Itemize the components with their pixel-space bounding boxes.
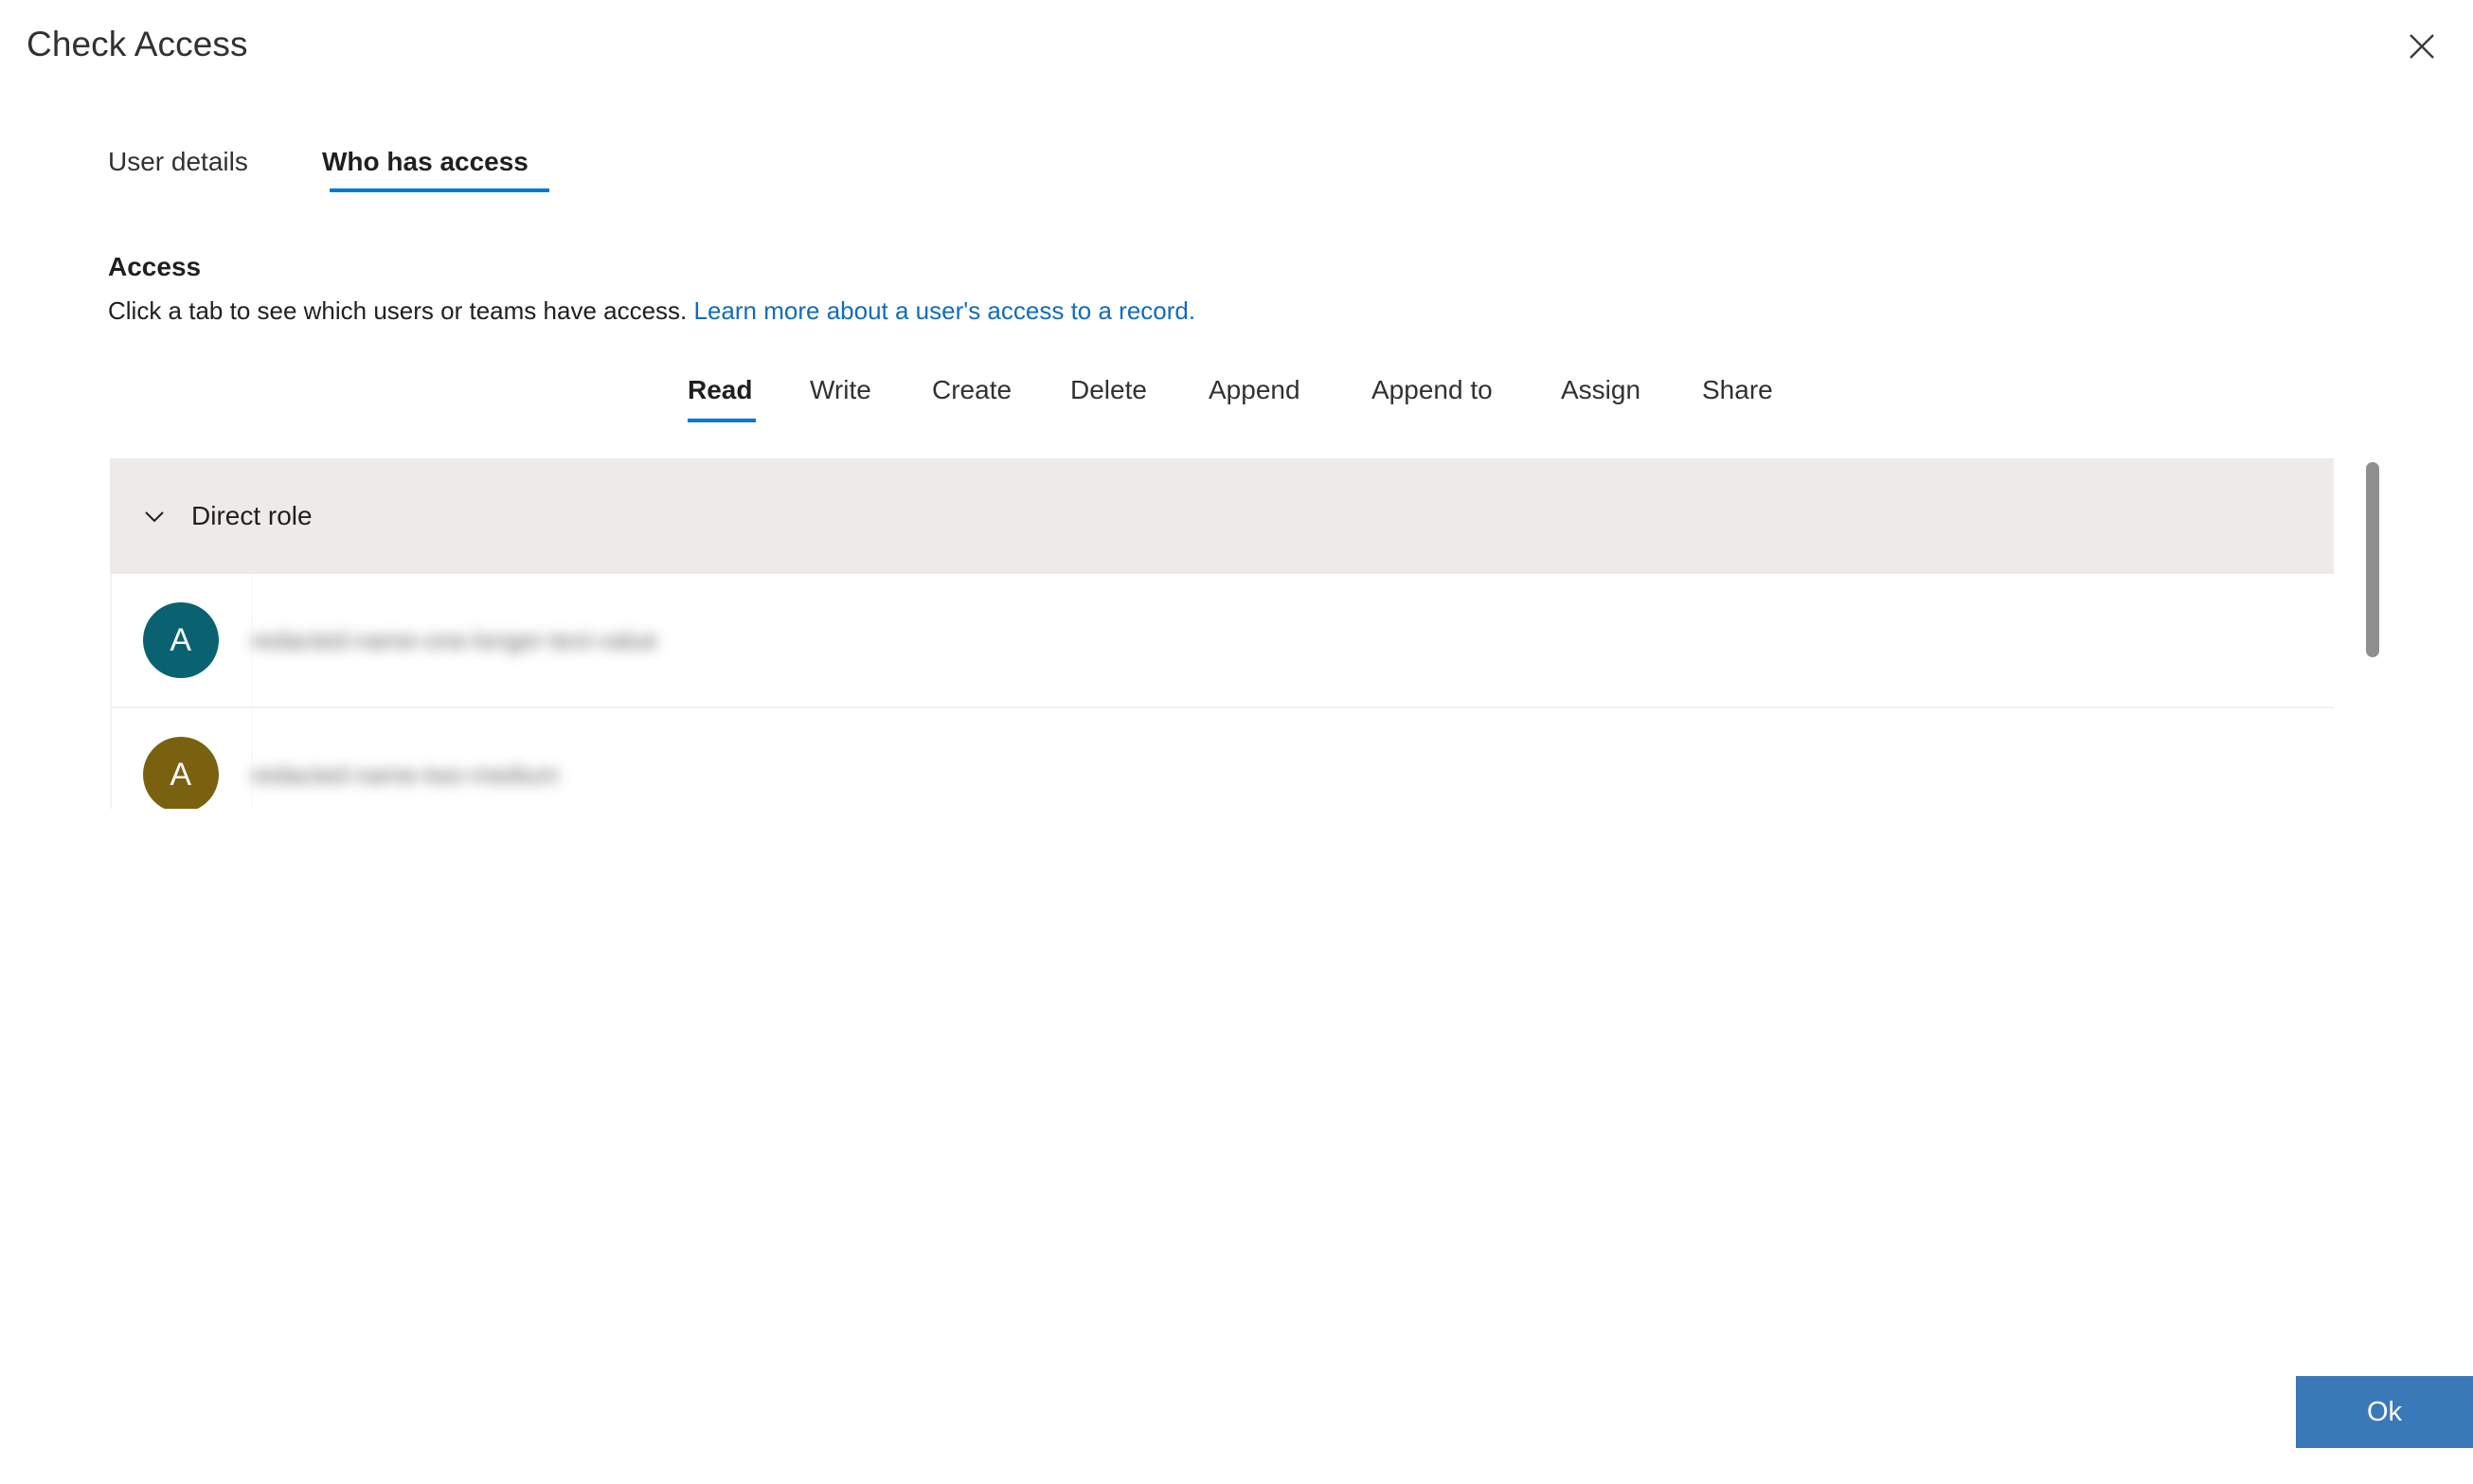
tab-append[interactable]: Append	[1209, 369, 1300, 411]
permission-selected-indicator	[688, 419, 756, 422]
row-name-cell: redacted-name-one-longer-text-value	[251, 574, 2334, 706]
group-header-direct-role[interactable]: Direct role	[110, 458, 2334, 574]
row-left-rule	[110, 574, 112, 706]
tab-append-to[interactable]: Append to	[1371, 369, 1493, 411]
tab-delete[interactable]: Delete	[1070, 369, 1147, 411]
permission-tablist: Read Write Create Delete Append Append t…	[0, 369, 2473, 438]
avatar: A	[143, 737, 219, 809]
access-list: Direct role A redacted-name-one-longer-t…	[110, 458, 2387, 809]
tab-read[interactable]: Read	[688, 369, 752, 411]
list-scrollbar[interactable]	[2358, 458, 2387, 809]
row-name: redacted-name-two-medium	[251, 760, 560, 789]
access-heading: Access	[108, 252, 202, 281]
row-name: redacted-name-one-longer-text-value	[251, 625, 658, 654]
table-row[interactable]: A redacted-name-one-longer-text-value	[110, 574, 2334, 708]
table-row[interactable]: A redacted-name-two-medium	[110, 708, 2334, 809]
tab-assign[interactable]: Assign	[1561, 369, 1640, 411]
access-description-text: Click a tab to see which users or teams …	[108, 296, 688, 325]
dialog-header: Check Access	[0, 0, 2473, 91]
scrollbar-thumb[interactable]	[2366, 462, 2379, 657]
access-section: Access Click a tab to see which users or…	[108, 248, 1195, 330]
tab-write[interactable]: Write	[810, 369, 871, 411]
close-icon	[2409, 33, 2435, 60]
row-left-rule	[110, 708, 112, 809]
close-button[interactable]	[2395, 21, 2448, 72]
pivot-tablist: User details Who has access	[0, 140, 2473, 208]
tab-create[interactable]: Create	[932, 369, 1012, 411]
access-list-viewport: Direct role A redacted-name-one-longer-t…	[110, 458, 2334, 809]
avatar: A	[143, 602, 219, 678]
tab-who-has-access[interactable]: Who has access	[322, 140, 529, 184]
row-name-cell: redacted-name-two-medium	[251, 708, 2334, 809]
tab-user-details[interactable]: User details	[108, 140, 248, 184]
cell-divider	[251, 708, 253, 809]
tab-share[interactable]: Share	[1702, 369, 1773, 411]
group-header-label: Direct role	[191, 501, 313, 530]
ok-button[interactable]: Ok	[2296, 1376, 2473, 1448]
dialog-footer: Ok	[0, 1314, 2473, 1484]
pivot-selected-indicator	[330, 188, 549, 192]
chevron-down-icon	[140, 502, 169, 530]
access-description-row: Click a tab to see which users or teams …	[108, 292, 1195, 330]
learn-more-link[interactable]: Learn more about a user's access to a re…	[694, 296, 1196, 325]
page-title: Check Access	[27, 25, 248, 63]
